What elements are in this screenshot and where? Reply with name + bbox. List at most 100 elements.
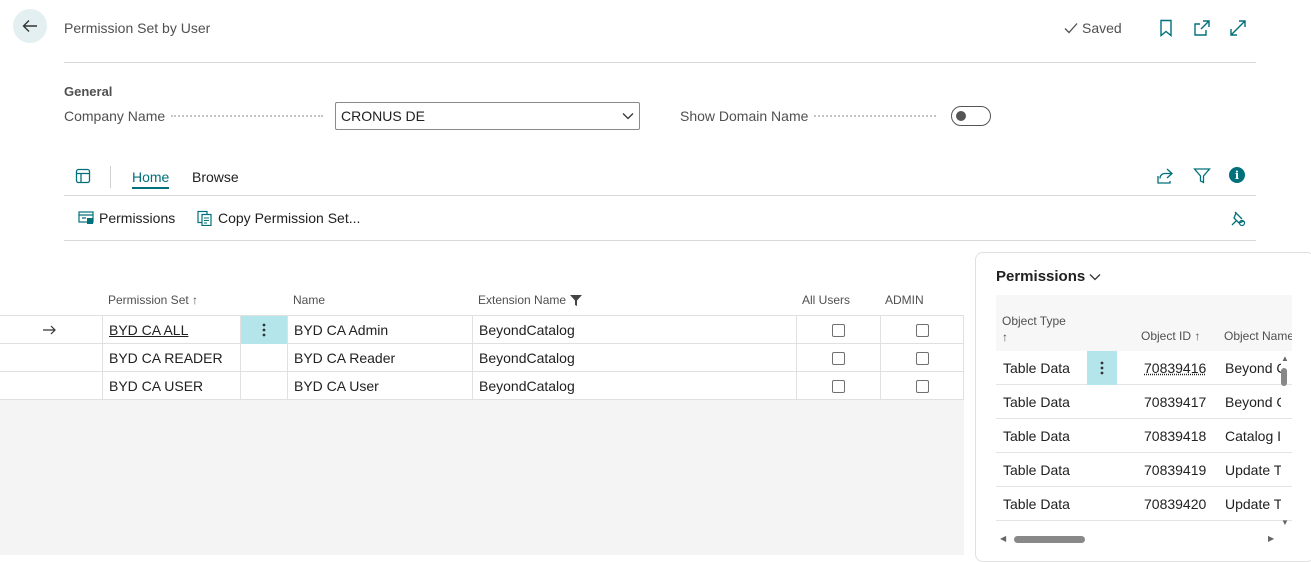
filter-icon	[570, 294, 583, 306]
back-button[interactable]	[13, 9, 47, 43]
show-domain-name-label: Show Domain Name	[680, 108, 937, 124]
factbox-column-object-id[interactable]: Object ID ↑	[1141, 329, 1200, 343]
current-row-arrow-icon	[0, 316, 102, 344]
extension-name-cell: BeyondCatalog	[472, 344, 796, 372]
filter-button[interactable]	[1193, 167, 1211, 190]
pin-button[interactable]	[1229, 210, 1247, 233]
factbox-row[interactable]: Table Data 70839419 Update T	[996, 453, 1292, 487]
factbox-column-object-type[interactable]: Object Type ↑	[1002, 313, 1066, 345]
chevron-down-icon	[622, 113, 634, 120]
table-row[interactable]: BYD CA USER BYD CA User BeyondCatalog	[0, 372, 964, 400]
permission-set-header-label: Permission Set	[108, 293, 189, 307]
permission-set-cell[interactable]: BYD CA USER	[102, 372, 240, 400]
general-section-title: General	[64, 84, 113, 99]
permissions-action-label: Permissions	[99, 210, 176, 226]
admin-cell	[880, 344, 964, 372]
object-type-cell: Table Data	[1003, 428, 1070, 444]
permission-set-cell[interactable]: BYD CA READER	[102, 344, 240, 372]
object-name-cell: Beyond C	[1225, 394, 1281, 410]
column-header-admin[interactable]: ADMIN	[885, 293, 924, 307]
sort-ascending-icon: ↑	[1002, 330, 1008, 344]
object-id-cell: 70839420	[1144, 496, 1207, 512]
column-header-name[interactable]: Name	[293, 293, 325, 307]
factbox-row-actions-button[interactable]	[1087, 351, 1117, 385]
copy-permission-set-action[interactable]: Copy Permission Set...	[197, 210, 360, 226]
column-header-extension-name[interactable]: Extension Name	[478, 293, 583, 307]
object-name-cell: Update T	[1225, 462, 1281, 478]
object-type-cell: Table Data	[1003, 360, 1070, 376]
permissions-action[interactable]: Permissions	[78, 210, 175, 226]
factbox-row[interactable]: Table Data 70839418 Catalog I	[996, 419, 1292, 453]
factbox-row[interactable]: Table Data 70839417 Beyond C	[996, 385, 1292, 419]
saved-status: Saved	[1064, 20, 1122, 36]
permission-set-cell[interactable]: BYD CA ALL	[102, 316, 240, 344]
object-name-cell: Catalog I	[1225, 428, 1281, 444]
factbox-row[interactable]: Table Data 70839420 Update T	[996, 487, 1292, 521]
arrow-left-icon	[22, 20, 37, 32]
expand-button[interactable]	[1228, 18, 1248, 38]
chevron-down-icon	[1089, 273, 1101, 280]
object-id-cell: 70839418	[1144, 428, 1207, 444]
scroll-right-arrow-icon[interactable]: ▶	[1268, 534, 1274, 543]
object-name-cell: Beyond C	[1225, 360, 1281, 376]
vertical-scrollbar[interactable]: ▲ ▼	[1279, 354, 1289, 528]
vertical-scrollbar-thumb[interactable]	[1281, 368, 1287, 386]
admin-checkbox[interactable]	[915, 379, 929, 393]
name-cell: BYD CA User	[287, 372, 472, 400]
all-users-cell	[796, 344, 880, 372]
scroll-left-arrow-icon[interactable]: ◀	[1000, 534, 1006, 543]
company-name-value: CRONUS DE	[341, 108, 426, 124]
tab-home[interactable]: Home	[132, 169, 170, 189]
pin-icon	[1231, 211, 1246, 227]
factbox-row[interactable]: Table Data 70839416 Beyond C	[996, 351, 1292, 385]
horizontal-scrollbar-thumb[interactable]	[1014, 536, 1085, 543]
tab-separator	[110, 166, 111, 188]
share-icon	[1157, 168, 1173, 184]
company-name-label: Company Name	[64, 108, 324, 124]
show-details-button[interactable]	[75, 168, 93, 186]
info-icon[interactable]: i	[1229, 167, 1245, 183]
all-users-cell	[796, 372, 880, 400]
extension-name-cell: BeyondCatalog	[472, 316, 796, 344]
admin-checkbox[interactable]	[915, 323, 929, 337]
details-pane-icon	[75, 168, 91, 184]
horizontal-scrollbar[interactable]: ◀ ▶	[1000, 534, 1280, 546]
page-title: Permission Set by User	[64, 20, 211, 36]
scroll-down-arrow-icon[interactable]: ▼	[1281, 518, 1289, 527]
share-button[interactable]	[1156, 167, 1174, 190]
factbox-title[interactable]: Permissions	[996, 268, 1101, 285]
admin-cell	[880, 372, 964, 400]
table-row[interactable]: BYD CA READER BYD CA Reader BeyondCatalo…	[0, 344, 964, 372]
factbox-title-label: Permissions	[996, 268, 1086, 285]
admin-checkbox[interactable]	[915, 351, 929, 365]
object-type-cell: Table Data	[1003, 496, 1070, 512]
object-type-header-label: Object Type	[1002, 314, 1066, 328]
expand-icon	[1230, 20, 1246, 36]
all-users-checkbox[interactable]	[832, 379, 845, 393]
object-name-cell: Update T	[1225, 496, 1281, 512]
object-id-cell[interactable]: 70839416	[1144, 351, 1206, 385]
column-header-permission-set[interactable]: Permission Set ↑	[108, 293, 198, 307]
table-row[interactable]: BYD CA ALL BYD CA Admin BeyondCatalog	[0, 316, 964, 344]
factbox-column-object-name[interactable]: Object Name	[1224, 329, 1292, 343]
column-header-all-users[interactable]: All Users	[802, 293, 850, 307]
show-domain-name-toggle[interactable]	[951, 106, 991, 126]
object-type-cell: Table Data	[1003, 462, 1070, 478]
object-id-header-label: Object ID	[1141, 329, 1192, 343]
row-actions-button[interactable]	[240, 316, 287, 344]
more-vertical-icon	[1100, 361, 1104, 375]
show-domain-name-label-text: Show Domain Name	[680, 108, 809, 124]
all-users-checkbox[interactable]	[832, 351, 845, 365]
open-new-window-button[interactable]	[1192, 18, 1212, 38]
scroll-up-arrow-icon[interactable]: ▲	[1281, 354, 1289, 363]
tab-browse[interactable]: Browse	[192, 169, 239, 185]
company-name-label-text: Company Name	[64, 108, 166, 124]
bookmark-button[interactable]	[1156, 18, 1176, 38]
object-type-cell: Table Data	[1003, 394, 1070, 410]
name-cell: BYD CA Reader	[287, 344, 472, 372]
all-users-checkbox[interactable]	[832, 323, 845, 337]
extension-name-header-label: Extension Name	[478, 293, 567, 307]
action-divider	[64, 240, 1256, 241]
row-actions-cell	[240, 372, 287, 400]
company-name-select[interactable]: CRONUS DE	[335, 102, 640, 130]
